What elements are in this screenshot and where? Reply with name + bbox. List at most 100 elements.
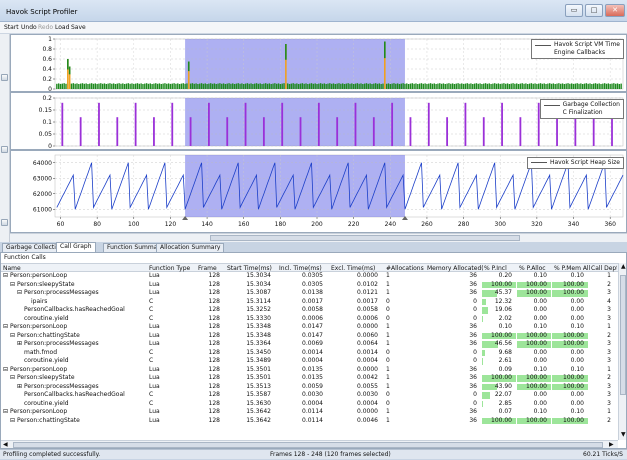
scroll-right-icon[interactable]: ▶ xyxy=(609,441,614,448)
expand-toggle-icon[interactable]: ⊟ xyxy=(3,272,8,281)
vm-time-bar xyxy=(591,84,592,89)
vm-time-bar xyxy=(587,84,588,89)
minimize-button[interactable]: ▭ xyxy=(565,4,583,17)
table-row[interactable]: ⊞Person:processMessagesLua12815.35130.00… xyxy=(1,383,618,392)
heap-xtick-label: 340 xyxy=(568,221,580,228)
table-row[interactable]: coroutine.yieldC12815.36300.00040.000400… xyxy=(1,400,618,409)
column-header[interactable]: % P.Mem Alloc xyxy=(554,265,590,272)
vm-time-bar xyxy=(597,84,598,89)
redo-button[interactable]: Redo xyxy=(38,24,53,31)
cell-type: Lua xyxy=(149,374,197,383)
table-row[interactable]: ipairsC12815.31140.00170.00170012.320.00… xyxy=(1,298,618,307)
table-row[interactable]: coroutine.yieldC12815.33300.00060.000600… xyxy=(1,315,618,324)
cell-mem: 36 xyxy=(427,323,477,332)
vm-time-bar xyxy=(404,84,405,89)
table-row[interactable]: ⊟Person:chattingStateLua12815.36420.0114… xyxy=(1,417,618,426)
load-button[interactable]: Load xyxy=(55,24,69,31)
expand-toggle-icon[interactable]: ⊟ xyxy=(10,374,15,383)
table-row[interactable]: ⊟Person:sleepyStateLua12815.30340.03050.… xyxy=(1,281,618,290)
vm-zoom-handle[interactable] xyxy=(1,74,8,81)
column-header[interactable]: Excl. Time(ms) xyxy=(331,265,384,272)
tab-allocation-summary[interactable]: Allocation Summary xyxy=(156,243,224,252)
chart-scrollbar[interactable] xyxy=(10,233,627,242)
vm-time-bar xyxy=(424,83,425,89)
vm-time-chart[interactable]: 10.80.60.40.20 Havok Script VM Time Engi… xyxy=(10,34,627,92)
scroll-down-icon[interactable]: ▼ xyxy=(621,431,626,438)
expand-toggle-icon[interactable]: ⊟ xyxy=(3,323,8,332)
expand-toggle-icon[interactable]: ⊟ xyxy=(10,281,15,290)
column-header[interactable]: % P.Alloc xyxy=(519,265,553,272)
column-header[interactable]: % P.Incl xyxy=(484,265,518,272)
grid-horizontal-scrollbar[interactable]: ◀ ▶ xyxy=(1,440,618,449)
section-title: Function Calls xyxy=(4,254,46,261)
table-row[interactable]: PersonCallbacks.hasReachedGoalC12815.358… xyxy=(1,391,618,400)
cell-mem: 36 xyxy=(427,417,477,426)
vm-time-bar xyxy=(593,84,594,89)
start-button[interactable]: Start xyxy=(4,24,19,31)
status-bar: Profiling completed successfully. Frames… xyxy=(0,449,627,459)
table-row[interactable]: coroutine.yieldC12815.34890.00040.000400… xyxy=(1,357,618,366)
vm-time-bar xyxy=(571,83,572,89)
column-header[interactable]: Memory Allocated(b) xyxy=(427,265,483,272)
expand-toggle-icon[interactable]: ⊟ xyxy=(17,289,22,298)
column-header[interactable]: #Allocations xyxy=(386,265,426,272)
expand-toggle-icon[interactable]: ⊟ xyxy=(3,366,8,375)
table-row[interactable]: ⊟Person:processMessagesLua12815.30870.01… xyxy=(1,289,618,298)
column-header[interactable]: Start Time(ms) xyxy=(227,265,277,272)
chart-scroll-thumb[interactable] xyxy=(210,235,520,241)
cell-palloc: 0.00 xyxy=(519,357,547,366)
close-button[interactable]: ✕ xyxy=(605,4,625,17)
vm-time-bar xyxy=(276,84,277,89)
column-header[interactable]: Incl. Time(ms) xyxy=(279,265,329,272)
heap-zoom-handle[interactable] xyxy=(1,219,8,226)
table-row[interactable]: math.fmodC12815.34500.00140.0014009.680.… xyxy=(1,349,618,358)
table-row[interactable]: PersonCallbacks.hasReachedGoalC12815.325… xyxy=(1,306,618,315)
grid-vertical-scrollbar[interactable]: ▲ ▼ xyxy=(618,263,627,440)
garbage-chart[interactable]: 0.20.150.10.050 Garbage Collection C Fin… xyxy=(10,92,627,150)
table-row[interactable]: ⊞Person:processMessagesLua12815.33640.00… xyxy=(1,340,618,349)
expand-toggle-icon[interactable]: ⊟ xyxy=(10,332,15,341)
heap-chart[interactable]: 6400063000620006100060801001201401601802… xyxy=(10,150,627,233)
cell-incl: 0.0305 xyxy=(279,281,323,290)
garbage-collection-bar xyxy=(300,117,302,146)
scroll-left-icon[interactable]: ◀ xyxy=(3,441,8,448)
vm-time-bar xyxy=(104,83,105,89)
maximize-button[interactable]: □ xyxy=(585,4,603,17)
vm-time-bar xyxy=(399,84,400,89)
undo-button[interactable]: Undo xyxy=(21,24,37,31)
garbage-collection-bar xyxy=(446,117,448,146)
column-header[interactable]: Name xyxy=(3,265,149,272)
column-header[interactable]: Call Depth xyxy=(591,265,617,272)
vm-time-bar xyxy=(322,84,323,89)
table-row[interactable]: ⊟Person:sleepyStateLua12815.35010.01350.… xyxy=(1,374,618,383)
cell-incl: 0.0147 xyxy=(279,323,323,332)
vm-time-bar xyxy=(175,84,176,89)
expand-toggle-icon[interactable]: ⊞ xyxy=(17,383,22,392)
vm-time-bar xyxy=(294,84,295,89)
heap-xtick-label: 140 xyxy=(201,221,213,228)
tab-call-graph[interactable]: Call Graph xyxy=(56,242,96,252)
expand-toggle-icon[interactable]: ⊟ xyxy=(10,417,15,426)
table-row[interactable]: ⊟Person:chattingStateLua12815.33480.0147… xyxy=(1,332,618,341)
expand-toggle-icon[interactable]: ⊞ xyxy=(17,340,22,349)
table-row[interactable]: ⊟Person:personLoopLua12815.30340.03050.0… xyxy=(1,272,618,281)
grid-hscroll-thumb[interactable] xyxy=(13,442,603,448)
vm-time-bar xyxy=(95,83,96,89)
table-row[interactable]: ⊟Person:personLoopLua12815.35010.01350.0… xyxy=(1,366,618,375)
table-row[interactable]: ⊟Person:personLoopLua12815.36420.01140.0… xyxy=(1,408,618,417)
vm-time-bar xyxy=(366,83,367,89)
table-row[interactable]: ⊟Person:personLoopLua12815.33480.01470.0… xyxy=(1,323,618,332)
vm-time-bar xyxy=(179,84,180,89)
vm-time-bar xyxy=(551,84,552,89)
scroll-up-icon[interactable]: ▲ xyxy=(621,263,626,270)
vm-time-bar xyxy=(538,84,539,89)
column-header[interactable]: Frame xyxy=(198,265,226,272)
vm-time-bar xyxy=(362,84,363,89)
expand-toggle-icon[interactable]: ⊟ xyxy=(3,408,8,417)
cell-mem: 36 xyxy=(427,366,477,375)
gc-zoom-handle[interactable] xyxy=(1,146,8,153)
column-header[interactable]: Function Type xyxy=(149,265,197,272)
grid-scroll-thumb[interactable] xyxy=(620,275,626,395)
save-button[interactable]: Save xyxy=(71,24,86,31)
cell-excl: 0.0030 xyxy=(331,391,378,400)
